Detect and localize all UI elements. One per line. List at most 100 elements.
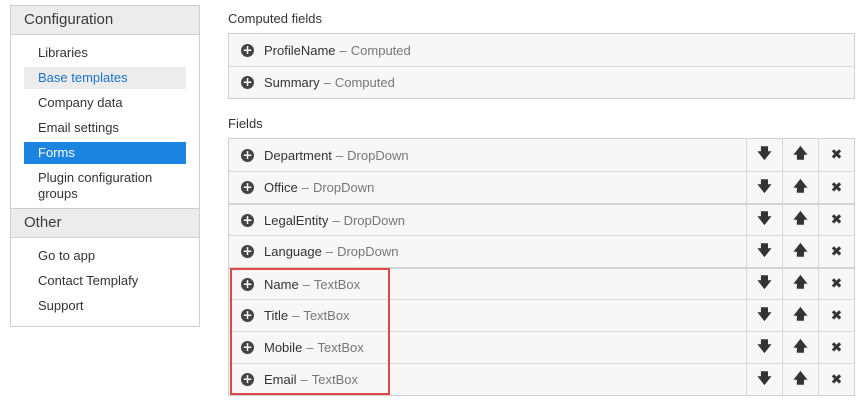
- arrow-up-icon: 🡅: [793, 306, 808, 323]
- field-toggle[interactable]: + Email – TextBox: [229, 364, 746, 395]
- field-name: Title: [264, 308, 289, 323]
- close-icon: ✖: [830, 307, 843, 324]
- field-type: TextBox: [311, 372, 358, 387]
- configuration-nav: Libraries Base templates Company data Em…: [11, 35, 199, 214]
- close-icon: ✖: [830, 243, 843, 260]
- computed-field-toggle[interactable]: + Summary – Computed: [229, 67, 854, 98]
- remove-button[interactable]: ✖: [818, 139, 854, 171]
- remove-button[interactable]: ✖: [818, 332, 854, 363]
- field-type: DropDown: [337, 244, 399, 259]
- move-down-button[interactable]: 🡇: [746, 139, 782, 171]
- arrow-down-icon: 🡇: [757, 178, 772, 195]
- move-up-button[interactable]: 🡅: [782, 269, 818, 299]
- computed-fields-list: + ProfileName – Computed + Summary – Com…: [228, 33, 855, 99]
- plus-circle-icon: +: [241, 212, 254, 227]
- plus-circle-icon: +: [241, 180, 254, 194]
- field-row: + Office – DropDown 🡇 🡅 ✖: [229, 171, 854, 203]
- arrow-down-icon: 🡇: [757, 275, 772, 291]
- move-down-button[interactable]: 🡇: [746, 300, 782, 331]
- field-type: Computed: [334, 75, 395, 90]
- arrow-down-icon: 🡇: [757, 338, 772, 355]
- fields-list: + Department – DropDown 🡇 🡅 ✖ + Office –…: [228, 138, 855, 396]
- plus-circle-icon: +: [241, 372, 254, 386]
- nav-item-email-settings[interactable]: Email settings: [24, 117, 186, 139]
- remove-button[interactable]: ✖: [818, 300, 854, 331]
- configuration-panel: Configuration Libraries Base templates C…: [10, 5, 200, 215]
- nav-item-plugin-configuration-groups[interactable]: Plugin configuration groups: [24, 167, 186, 205]
- field-separator: –: [339, 42, 347, 58]
- field-row: + Department – DropDown 🡇 🡅 ✖: [229, 139, 854, 171]
- nav-item-libraries[interactable]: Libraries: [24, 42, 186, 64]
- nav-item-company-data[interactable]: Company data: [24, 92, 186, 114]
- nav-item-contact-templafy[interactable]: Contact Templafy: [24, 270, 186, 292]
- other-nav: Go to app Contact Templafy Support: [11, 238, 199, 326]
- field-name: Mobile: [264, 340, 303, 355]
- field-toggle[interactable]: + Title – TextBox: [229, 300, 746, 331]
- field-toggle[interactable]: + Department – DropDown: [229, 139, 746, 171]
- nav-item-forms[interactable]: Forms: [24, 142, 186, 164]
- plus-circle-icon: +: [241, 340, 254, 354]
- move-up-button[interactable]: 🡅: [782, 172, 818, 203]
- field-toggle[interactable]: + LegalEntity – DropDown: [229, 205, 746, 235]
- field-toggle[interactable]: + Name – TextBox: [229, 269, 746, 299]
- field-name: Department: [264, 147, 332, 163]
- arrow-up-icon: 🡅: [793, 370, 808, 387]
- nav-item-base-templates[interactable]: Base templates: [24, 67, 186, 89]
- arrow-down-icon: 🡇: [757, 370, 772, 387]
- move-down-button[interactable]: 🡇: [746, 172, 782, 203]
- configuration-heading: Configuration: [11, 6, 199, 35]
- field-name: Email: [264, 372, 297, 387]
- move-down-button[interactable]: 🡇: [746, 364, 782, 395]
- arrow-down-icon: 🡇: [757, 242, 772, 259]
- arrow-down-icon: 🡇: [757, 306, 772, 323]
- move-up-button[interactable]: 🡅: [782, 205, 818, 235]
- remove-button[interactable]: ✖: [818, 236, 854, 267]
- arrow-down-icon: 🡇: [757, 211, 772, 227]
- move-down-button[interactable]: 🡇: [746, 332, 782, 363]
- remove-button[interactable]: ✖: [818, 172, 854, 203]
- computed-field-toggle[interactable]: + ProfileName – Computed: [229, 34, 854, 66]
- move-up-button[interactable]: 🡅: [782, 236, 818, 267]
- remove-button[interactable]: ✖: [818, 364, 854, 395]
- field-separator: –: [332, 212, 340, 228]
- field-toggle[interactable]: + Mobile – TextBox: [229, 332, 746, 363]
- field-row: + Name – TextBox 🡇 🡅 ✖: [229, 267, 854, 299]
- field-toggle[interactable]: + Language – DropDown: [229, 236, 746, 267]
- move-up-button[interactable]: 🡅: [782, 332, 818, 363]
- nav-item-go-to-app[interactable]: Go to app: [24, 245, 186, 267]
- arrow-down-icon: 🡇: [757, 146, 772, 162]
- close-icon: ✖: [830, 371, 843, 388]
- field-row: + Email – TextBox 🡇 🡅 ✖: [229, 363, 854, 395]
- other-panel: Other Go to app Contact Templafy Support: [10, 208, 200, 327]
- field-row: + Mobile – TextBox 🡇 🡅 ✖: [229, 331, 854, 363]
- computed-field-row: + Summary – Computed: [229, 66, 854, 98]
- plus-circle-icon: +: [241, 147, 254, 162]
- field-type: TextBox: [317, 340, 364, 355]
- field-separator: –: [292, 308, 300, 323]
- move-up-button[interactable]: 🡅: [782, 300, 818, 331]
- field-separator: –: [306, 340, 314, 355]
- field-separator: –: [325, 244, 334, 259]
- field-type: DropDown: [347, 147, 409, 163]
- field-name: Office: [264, 180, 298, 195]
- remove-button[interactable]: ✖: [818, 205, 854, 235]
- field-separator: –: [335, 147, 344, 163]
- remove-button[interactable]: ✖: [818, 269, 854, 299]
- field-toggle[interactable]: + Office – DropDown: [229, 172, 746, 203]
- arrow-up-icon: 🡅: [793, 242, 808, 259]
- close-icon: ✖: [830, 147, 843, 163]
- close-icon: ✖: [830, 212, 843, 228]
- arrow-up-icon: 🡅: [793, 338, 808, 355]
- move-down-button[interactable]: 🡇: [746, 205, 782, 235]
- arrow-up-icon: 🡅: [793, 178, 808, 195]
- close-icon: ✖: [830, 179, 843, 196]
- field-type: TextBox: [303, 308, 350, 323]
- move-down-button[interactable]: 🡇: [746, 236, 782, 267]
- move-up-button[interactable]: 🡅: [782, 364, 818, 395]
- plus-circle-icon: +: [241, 308, 254, 322]
- nav-item-support[interactable]: Support: [24, 295, 186, 317]
- field-type: Computed: [350, 42, 411, 58]
- move-up-button[interactable]: 🡅: [782, 139, 818, 171]
- move-down-button[interactable]: 🡇: [746, 269, 782, 299]
- field-separator: –: [302, 276, 310, 292]
